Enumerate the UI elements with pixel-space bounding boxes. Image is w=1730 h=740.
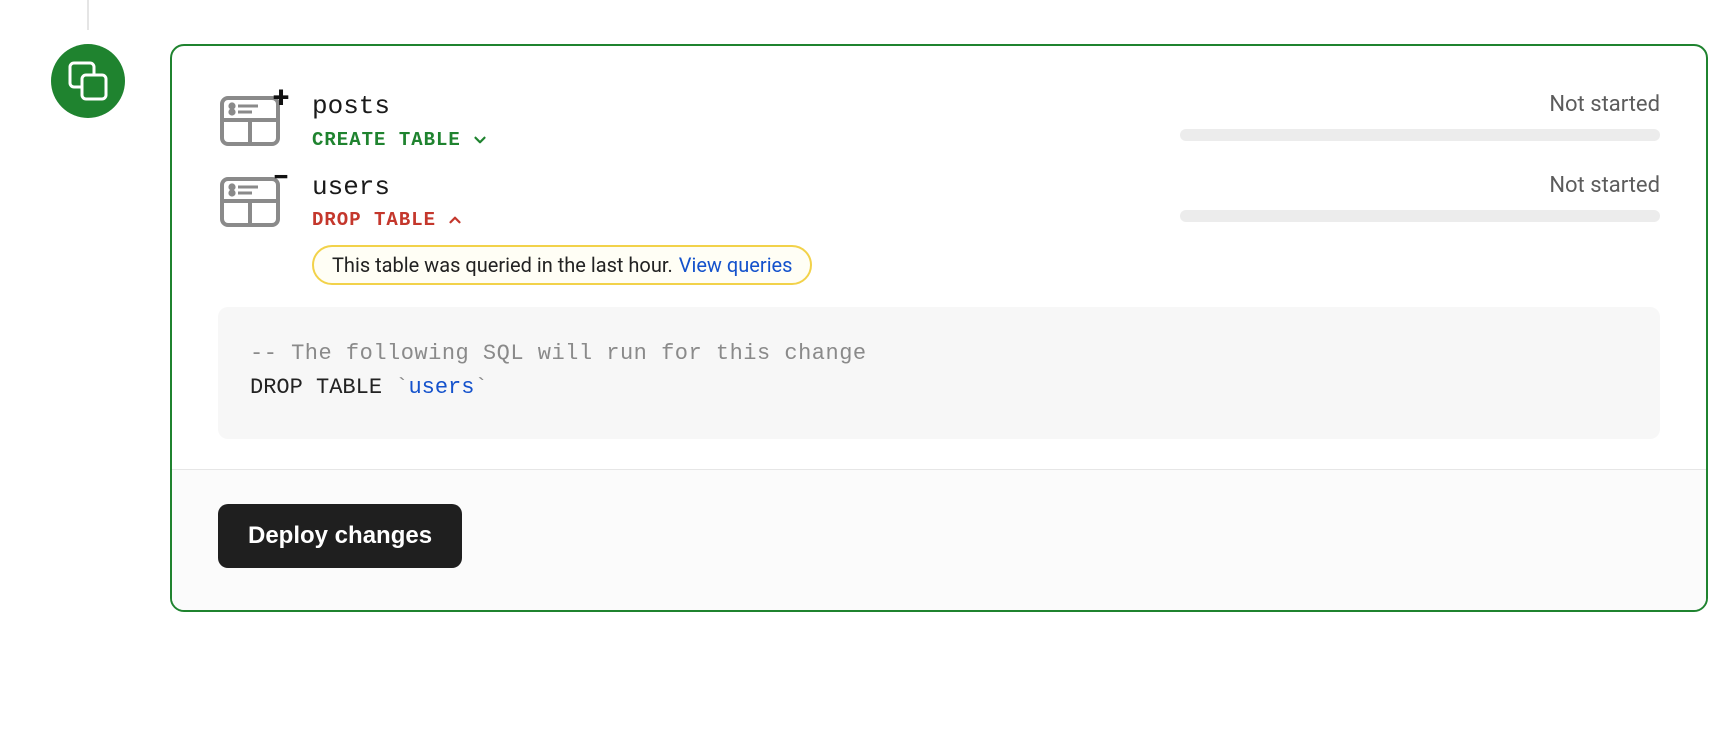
table-name: users — [312, 173, 1154, 202]
chevron-up-icon — [446, 211, 464, 229]
operation-label: DROP TABLE — [312, 209, 436, 231]
status-column: Not started — [1180, 92, 1660, 141]
warning-text: This table was queried in the last hour. — [332, 253, 673, 277]
operation-toggle-posts[interactable]: CREATE TABLE — [312, 129, 1154, 151]
deploy-panel: + posts CREATE TABLE Not started — [170, 44, 1708, 612]
sql-statement: DROP TABLE `users` — [250, 371, 1628, 405]
table-name: posts — [312, 92, 1154, 121]
change-row-posts: + posts CREATE TABLE Not started — [218, 92, 1660, 151]
progress-bar — [1180, 210, 1660, 222]
progress-bar — [1180, 129, 1660, 141]
operation-label: CREATE TABLE — [312, 129, 461, 151]
sql-comment: -- The following SQL will run for this c… — [250, 337, 1628, 371]
change-row-users: − users DROP TABLE Not started — [218, 173, 1660, 232]
timeline-node-icon — [51, 44, 125, 118]
warning-pill: This table was queried in the last hour.… — [312, 245, 812, 285]
table-drop-icon: − — [218, 173, 286, 231]
plus-icon: + — [270, 86, 292, 108]
sql-keyword: DROP TABLE — [250, 375, 382, 400]
view-queries-link[interactable]: View queries — [679, 253, 793, 277]
status-text: Not started — [1549, 173, 1660, 198]
panel-footer: Deploy changes — [172, 469, 1706, 610]
timeline-rail — [87, 0, 89, 30]
chevron-down-icon — [471, 131, 489, 149]
operation-toggle-users[interactable]: DROP TABLE — [312, 209, 1154, 231]
sql-preview: -- The following SQL will run for this c… — [218, 307, 1660, 439]
table-create-icon: + — [218, 92, 286, 150]
status-column: Not started — [1180, 173, 1660, 222]
panel-body: + posts CREATE TABLE Not started — [172, 46, 1706, 469]
deploy-changes-button[interactable]: Deploy changes — [218, 504, 462, 568]
minus-icon: − — [270, 167, 292, 189]
status-text: Not started — [1549, 92, 1660, 117]
sql-identifier: users — [408, 375, 474, 400]
